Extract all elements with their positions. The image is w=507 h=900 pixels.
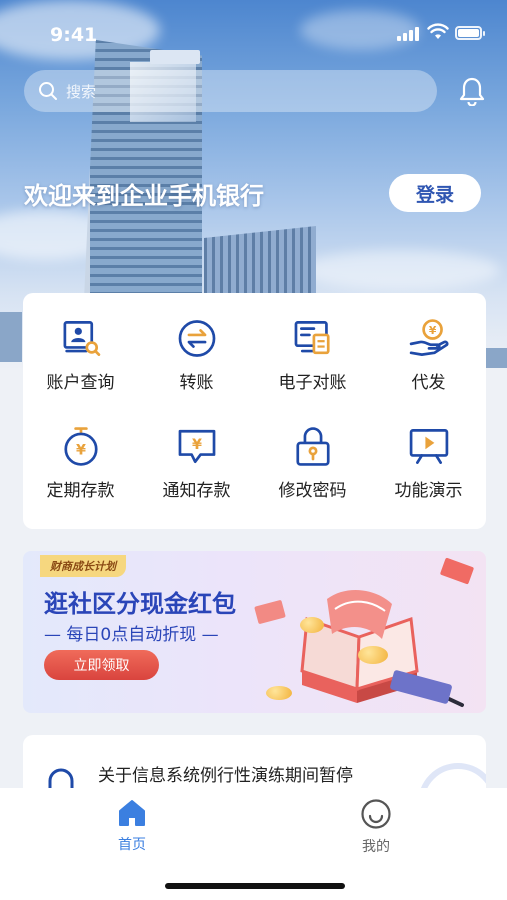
coin-icon: [266, 686, 292, 700]
tab-label: 我的: [362, 839, 390, 855]
menu-item-transfer[interactable]: 转账: [139, 293, 254, 393]
menu-item-fixed-deposit[interactable]: ¥ 定期存款: [23, 401, 138, 501]
menu-item-e-reconciliation[interactable]: 电子对账: [255, 293, 370, 393]
e-reconciliation-icon: [294, 321, 330, 355]
notice-deposit-icon: ¥: [178, 429, 215, 464]
tab-me[interactable]: 我的: [316, 798, 436, 858]
tab-home[interactable]: 首页: [72, 798, 192, 858]
bottom-tab-bar: 首页 我的: [0, 788, 507, 900]
menu-item-account-query[interactable]: 账户查询: [23, 293, 138, 393]
tab-label: 首页: [118, 837, 146, 853]
svg-text:¥: ¥: [76, 443, 86, 459]
cellular-signal-icon: [397, 27, 421, 41]
wifi-icon: [427, 23, 449, 39]
coin-icon: [358, 646, 388, 664]
smiley-icon: [361, 799, 391, 829]
menu-label: 修改密码: [278, 481, 347, 501]
menu-item-change-password[interactable]: 修改密码: [255, 401, 370, 501]
banner-tag: 财商成长计划: [40, 555, 126, 577]
search-input[interactable]: 搜索: [66, 81, 96, 102]
promo-banner[interactable]: 财商成长计划 逛社区分现金红包 — 每日0点自动折现 — 立即领取: [23, 551, 486, 713]
menu-item-payroll[interactable]: ¥ 代发: [371, 293, 486, 393]
menu-label: 通知存款: [162, 481, 231, 501]
home-indicator: [165, 883, 345, 889]
transfer-icon: [178, 320, 215, 357]
login-button[interactable]: 登录: [389, 174, 481, 212]
status-bar: 9:41: [0, 0, 507, 60]
search-bar[interactable]: 搜索: [24, 70, 437, 112]
menu-label: 转账: [179, 373, 214, 393]
menu-label: 代发: [411, 373, 446, 393]
search-icon: [39, 82, 57, 100]
lock-icon: [295, 427, 330, 466]
menu-label: 电子对账: [278, 373, 347, 393]
welcome-title: 欢迎来到企业手机银行: [24, 182, 264, 210]
fixed-deposit-icon: ¥: [63, 427, 98, 466]
svg-text:¥: ¥: [428, 324, 436, 337]
notice-text: 关于信息系统例行性演练期间暂停: [98, 766, 353, 786]
menu-label: 功能演示: [394, 481, 463, 501]
menu-label: 定期存款: [46, 481, 115, 501]
claim-now-button[interactable]: 立即领取: [44, 650, 159, 680]
svg-text:¥: ¥: [192, 437, 202, 453]
demo-play-icon: [409, 429, 448, 464]
status-time: 9:41: [50, 24, 98, 46]
menu-label: 账户查询: [46, 373, 115, 393]
home-icon: [119, 800, 145, 826]
account-query-icon: [63, 321, 100, 356]
battery-icon: [455, 26, 485, 40]
bell-icon[interactable]: [458, 76, 486, 106]
menu-item-demo[interactable]: 功能演示: [371, 401, 486, 501]
quick-menu-card: 账户查询 转账 电子对账 ¥ 代发 ¥ 定期存款 ¥ 通知存款 修改密码 功能演…: [23, 293, 486, 529]
menu-item-notice-deposit[interactable]: ¥ 通知存款: [139, 401, 254, 501]
banner-subtitle: — 每日0点自动折现 —: [44, 625, 219, 645]
banner-title: 逛社区分现金红包: [44, 590, 236, 618]
envelope-icon: [440, 557, 474, 585]
payroll-icon: ¥: [409, 319, 448, 356]
envelope-icon: [254, 600, 286, 624]
coin-icon: [300, 617, 324, 633]
